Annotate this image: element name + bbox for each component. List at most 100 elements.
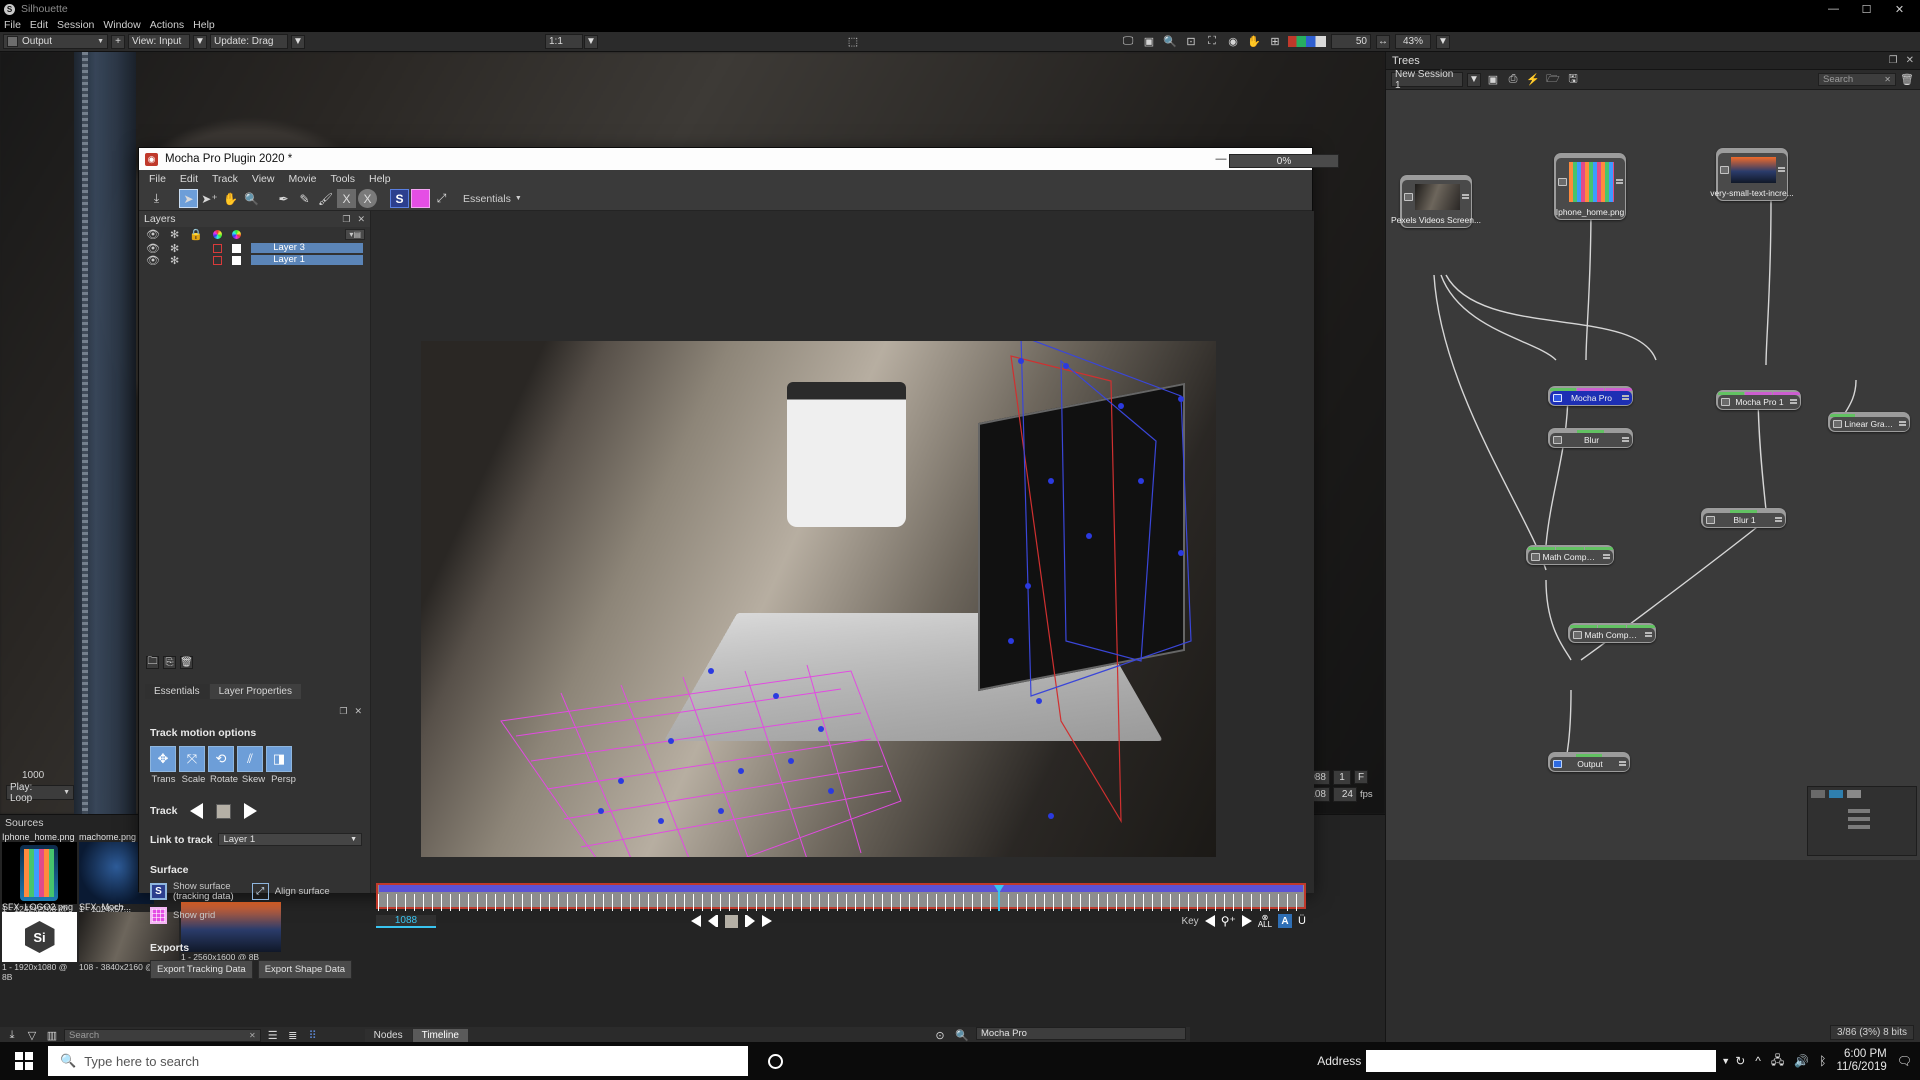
scale-button[interactable]: ⤧ [179,746,205,772]
eye-icon[interactable]: 👁 [146,254,160,267]
layer-name[interactable]: Layer 1 [251,255,364,265]
save-icon[interactable]: 🖫 [1565,72,1581,88]
mocha-menu-movie[interactable]: Movie [288,173,316,185]
eye-icon[interactable]: 👁 [146,228,160,241]
mocha-toolbar[interactable]: ⤓ ➤ ➤⁺ ✋ 🔍 ✒ ✎ 🖌 X X S ⤢ Essentials ▼ 0% [139,154,1339,211]
layer-outline-color[interactable] [213,243,223,253]
trans-button[interactable]: ✥ [150,746,176,772]
search-icon[interactable]: 🔍 [954,1027,970,1043]
mocha-menu-tools[interactable]: Tools [330,173,355,185]
link-icon[interactable]: ⊙ [932,1027,948,1043]
gear-icon[interactable]: ✻ [170,228,179,241]
align-surface-button[interactable]: ⤢ [251,883,269,900]
trees-toolbar[interactable]: New Session 1 ▼ ▣ ⎙ ⚡ 🗁 🖫 Search ✕ 🗑 [1386,69,1920,91]
frame-current-field[interactable]: 1 [1333,770,1351,785]
track-forwards-button[interactable] [244,803,258,819]
volume-icon[interactable]: 🔊 [1794,1054,1809,1068]
layer-fill-color[interactable] [232,255,242,265]
view-selector[interactable]: View: Input [128,34,190,49]
fps-field[interactable]: 24 [1333,787,1357,802]
next-key-button[interactable] [1241,915,1252,927]
workspace-selector[interactable]: Essentials ▼ [463,193,522,205]
rotate-button[interactable]: ⟲ [208,746,234,772]
x-circle-tool-icon[interactable]: X [358,189,377,208]
open-folder-icon[interactable]: 🗁 [1545,72,1561,88]
layers-action-buttons[interactable]: 🗀 ⎘ 🗑 [146,656,193,669]
node-search-input[interactable]: Mocha Pro [976,1027,1186,1040]
network-icon[interactable]: 🖧 [1771,1051,1784,1072]
mocha-pro-window[interactable]: ◉ Mocha Pro Plugin 2020 * — ▢ ✕ File Edi… [138,147,1339,979]
frame-icon[interactable]: ▣ [1141,34,1157,50]
mocha-menu-file[interactable]: File [149,173,166,185]
menu-help[interactable]: Help [193,19,215,31]
track-backwards-button[interactable] [190,803,204,819]
app-menubar[interactable]: File Edit Session Window Actions Help [0,18,1920,32]
windows-taskbar[interactable]: 🔍 Type here to search Address ▼ ↻ ^ 🖧 🔊 … [0,1042,1920,1080]
ratio-selector[interactable]: 1:1 [545,34,583,49]
new-tree-icon[interactable]: ▣ [1485,72,1501,88]
source-thumbnail[interactable] [2,842,77,904]
menu-edit[interactable]: Edit [30,19,48,31]
minimize-button[interactable]: — [1817,0,1850,18]
grid-view-icon[interactable]: ⠿ [305,1027,321,1043]
x-tool-icon[interactable]: X [337,189,356,208]
align-surface-icon[interactable]: ⤢ [432,189,451,208]
play-forward-button[interactable] [762,915,772,927]
crop-icon[interactable]: ⊞ [1267,34,1283,50]
zoom-icon[interactable]: 🔍 [1162,34,1178,50]
show-hidden-icons-icon[interactable]: ^ [1755,1054,1761,1068]
delete-all-keys-icon[interactable]: ⊗ ALL [1258,914,1272,929]
show-grid-toggle[interactable] [150,907,167,924]
app-toolbar[interactable]: Output ▼ + View: Input ▼ Update: Drag ▼ … [0,32,1920,52]
left-panel-tabs[interactable]: Essentials Layer Properties [139,684,301,699]
ratio-dropdown-button[interactable]: ▼ [584,34,598,49]
link-to-track-select[interactable]: Layer 1 ▼ [218,833,362,846]
channel-swatch[interactable] [1288,36,1326,47]
chevron-down-icon[interactable]: ▼ [1721,1056,1730,1066]
color-wheel-icon[interactable] [212,230,222,239]
node-math-composite-2[interactable]: Math Compos... [1568,623,1656,643]
bezier-tool-icon[interactable]: ✎ [295,189,314,208]
gear-icon[interactable]: ✻ [170,254,179,267]
close-panel-icon[interactable]: ✕ [1906,55,1914,66]
node-output[interactable]: Output [1548,752,1630,772]
node-mocha-pro-1[interactable]: Mocha Pro 1 [1716,390,1801,410]
mocha-menu-track[interactable]: Track [212,173,238,185]
mocha-viewer-image[interactable] [421,341,1216,857]
taskbar-search-input[interactable]: 🔍 Type here to search [48,1046,748,1076]
import-icon[interactable]: ⤓ [4,1027,20,1043]
mocha-menu-view[interactable]: View [252,173,275,185]
notifications-icon[interactable]: 🗨 [1897,1054,1912,1068]
session-selector[interactable]: New Session 1 [1391,69,1463,91]
mocha-timeline-track[interactable] [376,883,1306,911]
layer-fill-color[interactable] [232,243,242,253]
detail-view-icon[interactable]: ≣ [285,1027,301,1043]
clear-icon[interactable]: ✕ [249,1031,256,1040]
target-icon[interactable]: ◉ [1225,34,1241,50]
maximize-button[interactable]: ☐ [1850,0,1883,18]
sources-search-input[interactable]: Search ✕ [64,1028,261,1042]
close-button[interactable]: ✕ [1883,0,1916,18]
delete-icon[interactable]: 🗑 [1899,72,1915,88]
timeline-frame-field[interactable]: 1088 [376,914,436,928]
undo-key-icon[interactable]: Ü [1298,915,1306,927]
frame-f-button[interactable]: F [1354,770,1368,784]
play-mode-selector[interactable]: Play: Loop ▼ [6,782,74,804]
magnetic-tool-icon[interactable]: 🖌 [316,189,335,208]
transform-icon[interactable]: ⛶ [1204,34,1220,50]
color-wheel2-icon[interactable] [231,230,241,239]
node-linear-gradient[interactable]: Linear Gradient [1828,412,1910,432]
view-dropdown-button[interactable]: ▼ [193,34,207,49]
add-key-icon[interactable]: ⚲⁺ [1221,914,1236,928]
step-forward-button[interactable] [745,915,755,927]
layer-row[interactable]: 👁 ✻ Layer 1 [139,254,370,267]
update-dropdown-button[interactable]: ▼ [291,34,305,49]
skew-button[interactable]: ⫽ [237,746,263,772]
node-graph[interactable]: Pexels Videos Screen... Iphone_home.png [1386,90,1920,860]
prev-key-button[interactable] [1204,915,1215,927]
node-pexels-videos-screen[interactable]: Pexels Videos Screen... [1391,175,1481,228]
session-dropdown-button[interactable]: ▼ [1467,72,1481,87]
bottom-tabs[interactable]: Nodes Timeline [364,1028,468,1042]
tab-layer-properties[interactable]: Layer Properties [209,684,301,699]
close-panel-icon[interactable]: ✕ [357,214,365,225]
